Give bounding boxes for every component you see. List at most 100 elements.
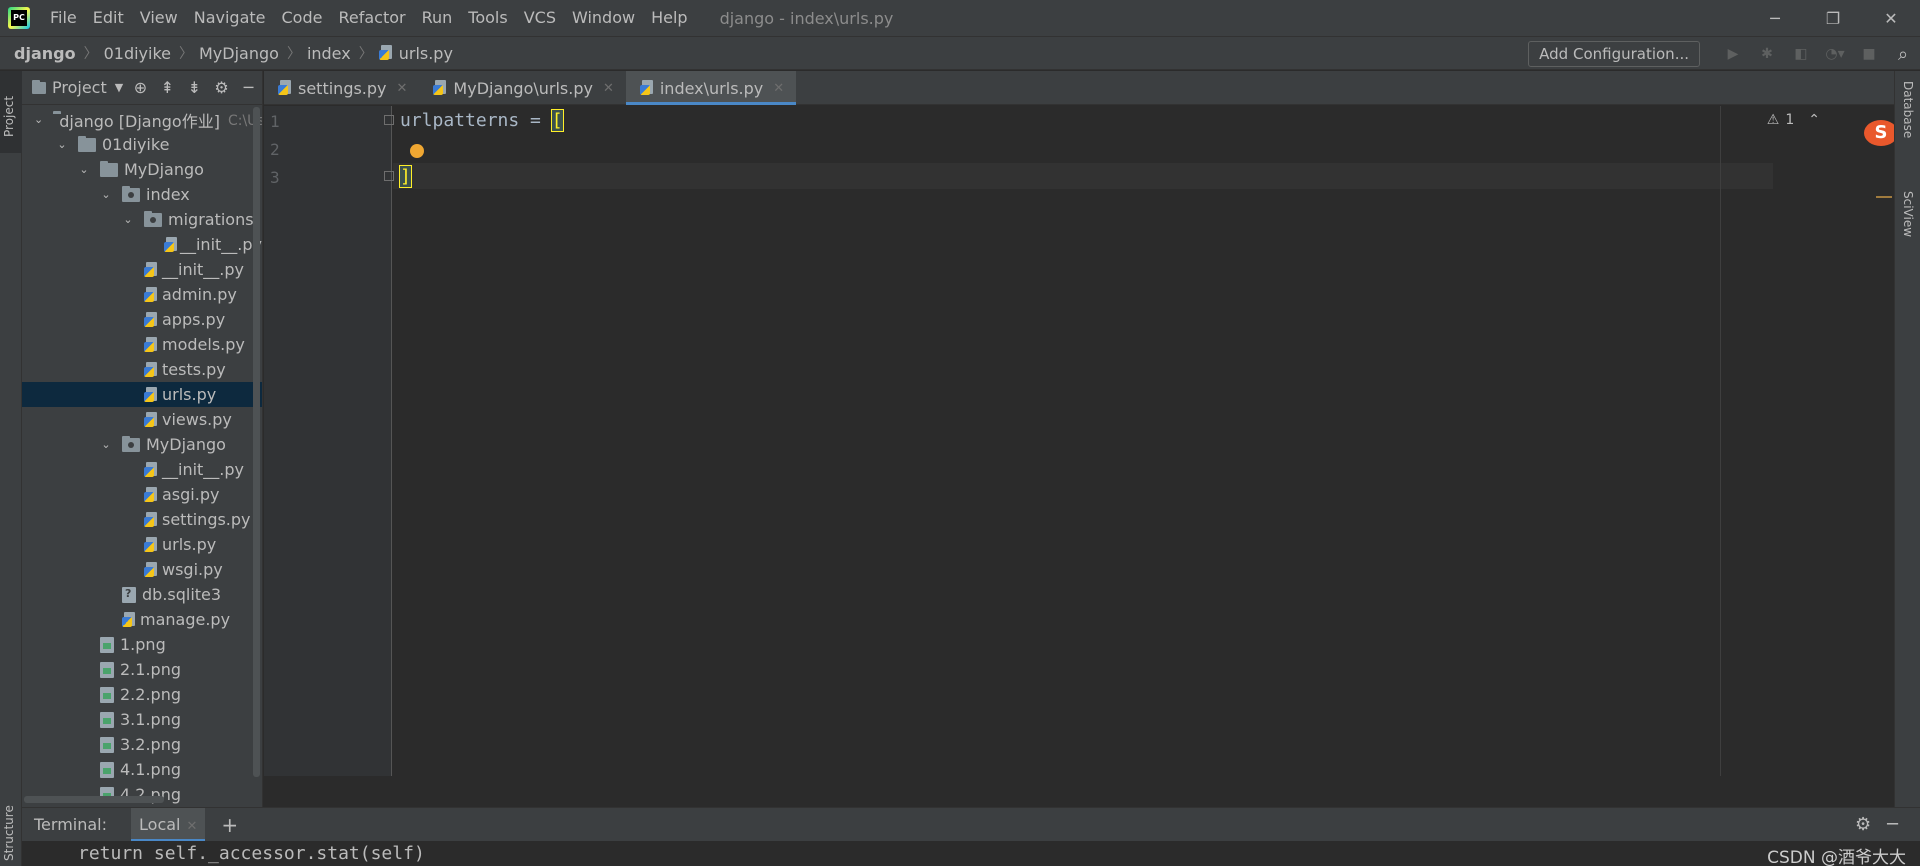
chevron-down-icon[interactable]: ⌄ [56, 138, 68, 151]
tree-item[interactable]: ⌄ MyDjango [22, 157, 262, 182]
menu-navigate[interactable]: Navigate [186, 0, 274, 36]
tree-item[interactable]: ⌄3.1.png [22, 707, 262, 732]
python-file-icon [144, 411, 160, 428]
python-file-icon [144, 461, 160, 478]
chevron-down-icon[interactable]: ⌄ [34, 113, 43, 126]
tree-item-label: 01diyike [102, 135, 170, 154]
structure-tool-window-button[interactable]: Structure [0, 771, 22, 866]
lightbulb-icon[interactable] [410, 144, 424, 158]
warning-stripe-marker[interactable] [1876, 196, 1892, 198]
tab-index-urls-py[interactable]: index\urls.py ✕ [625, 71, 797, 105]
chevron-up-icon[interactable]: ⌃ [1808, 112, 1820, 128]
tree-item[interactable]: ⌄ migrations [22, 207, 262, 232]
tree-item[interactable]: ⌄4.2.png [22, 782, 262, 807]
tree-item[interactable]: ⌄ MyDjango [22, 432, 262, 457]
project-view-selector[interactable]: Project ▼ [32, 78, 123, 97]
horizontal-scrollbar[interactable] [24, 796, 164, 803]
close-window-button[interactable]: ✕ [1862, 0, 1920, 36]
menu-file[interactable]: File [42, 0, 85, 36]
fold-marker-icon[interactable] [384, 171, 394, 181]
project-tool-window-button[interactable]: Project [0, 71, 22, 153]
menu-vcs[interactable]: VCS [516, 0, 564, 36]
tree-item[interactable]: ⌄asgi.py [22, 482, 262, 507]
menu-run[interactable]: Run [414, 0, 461, 36]
restore-button[interactable]: ❐ [1804, 0, 1862, 36]
tree-item[interactable]: ⌄settings.py [22, 507, 262, 532]
tree-item[interactable]: ⌄db.sqlite3 [22, 582, 262, 607]
run-icon[interactable]: ▶ [1720, 41, 1746, 67]
menu-view[interactable]: View [132, 0, 186, 36]
breadcrumb-mydjango[interactable]: MyDjango [199, 44, 279, 63]
tree-item-label: 3.2.png [120, 735, 181, 754]
tree-item[interactable]: ⌄urls.py [22, 382, 262, 407]
chevron-down-icon[interactable]: ⌄ [100, 188, 112, 201]
breadcrumb-01diyike[interactable]: 01diyike [104, 44, 171, 63]
hide-panel-icon[interactable]: ─ [1887, 814, 1898, 835]
close-tab-icon[interactable]: ✕ [186, 819, 197, 834]
locate-file-icon[interactable]: ⊕ [127, 78, 154, 97]
tree-item[interactable]: ⌄admin.py [22, 282, 262, 307]
menu-tools[interactable]: Tools [460, 0, 515, 36]
breadcrumb-django[interactable]: django [0, 44, 76, 63]
fold-marker-icon[interactable] [384, 115, 394, 125]
tree-item[interactable]: ⌄wsgi.py [22, 557, 262, 582]
tree-item[interactable]: ⌄ index [22, 182, 262, 207]
tree-item[interactable]: ⌄ 01diyike [22, 132, 262, 157]
tree-item-label: __init__.py [179, 235, 262, 254]
hide-panel-icon[interactable]: ─ [235, 78, 262, 97]
tree-item[interactable]: ⌄urls.py [22, 532, 262, 557]
tree-item[interactable]: ⌄apps.py [22, 307, 262, 332]
debug-icon[interactable]: ✱ [1754, 41, 1780, 67]
tab-mydjango-urls-py[interactable]: MyDjango\urls.py ✕ [419, 71, 625, 105]
new-terminal-icon[interactable]: + [221, 813, 238, 837]
code-editor[interactable]: 1 2 3 urlpatterns = [ ] ⚠ 1 ⌃ [264, 106, 1894, 776]
minimize-button[interactable]: ─ [1746, 0, 1804, 36]
tree-item[interactable]: ⌄4.1.png [22, 757, 262, 782]
terminal-output[interactable]: return self._accessor.stat(self) CSDN @酒… [22, 841, 1920, 866]
gear-icon[interactable]: ⚙ [1855, 814, 1871, 835]
python-file-icon [144, 286, 160, 303]
chevron-down-icon[interactable]: ⌄ [122, 213, 134, 226]
coverage-icon[interactable]: ◧ [1788, 41, 1814, 67]
tree-item[interactable]: ⌄tests.py [22, 357, 262, 382]
collapse-all-icon[interactable]: ⇟ [181, 78, 208, 97]
tree-item[interactable]: ⌄2.2.png [22, 682, 262, 707]
expand-all-icon[interactable]: ⇞ [154, 78, 181, 97]
menu-refactor[interactable]: Refactor [330, 0, 413, 36]
tree-item[interactable]: ⌄__init__.py [22, 457, 262, 482]
inspection-widget[interactable]: ⚠ 1 ⌃ [1767, 112, 1820, 128]
profile-icon[interactable]: ◔▾ [1822, 41, 1848, 67]
database-tool-window-button[interactable]: Database [1901, 81, 1915, 138]
chevron-down-icon[interactable]: ⌄ [100, 438, 112, 451]
tree-item[interactable]: ⌄models.py [22, 332, 262, 357]
breadcrumb-urls[interactable]: urls.py [378, 44, 453, 63]
menu-edit[interactable]: Edit [85, 0, 132, 36]
menu-code[interactable]: Code [274, 0, 331, 36]
tree-item[interactable]: ⌄__init__.py [22, 232, 262, 257]
chevron-down-icon[interactable]: ⌄ [78, 163, 90, 176]
search-icon[interactable]: ⌕ [1890, 41, 1916, 67]
tree-item[interactable]: ⌄1.png [22, 632, 262, 657]
watermark: CSDN @酒爷大大 [1767, 848, 1906, 866]
add-configuration-button[interactable]: Add Configuration... [1528, 41, 1700, 67]
sciview-tool-window-button[interactable]: SciView [1901, 191, 1915, 237]
vertical-scrollbar[interactable] [253, 107, 260, 777]
tree-item[interactable]: ⌄__init__.py [22, 257, 262, 282]
close-tab-icon[interactable]: ✕ [773, 81, 784, 96]
project-tree: ⌄django [Django作业]C:\Users\花⌄01diyike⌄My… [22, 105, 262, 807]
menu-help[interactable]: Help [643, 0, 695, 36]
terminal-tab-local[interactable]: Local ✕ [131, 807, 206, 842]
tree-item[interactable]: ⌄manage.py [22, 607, 262, 632]
tree-item[interactable]: ⌄3.2.png [22, 732, 262, 757]
stop-icon[interactable]: ■ [1856, 41, 1882, 67]
package-folder-icon [122, 185, 140, 202]
close-tab-icon[interactable]: ✕ [397, 81, 408, 96]
tab-settings-py[interactable]: settings.py ✕ [264, 71, 419, 105]
tree-item[interactable]: ⌄2.1.png [22, 657, 262, 682]
tree-item[interactable]: ⌄views.py [22, 407, 262, 432]
gear-icon[interactable]: ⚙ [208, 78, 235, 97]
menu-window[interactable]: Window [564, 0, 643, 36]
close-tab-icon[interactable]: ✕ [603, 81, 614, 96]
tree-item[interactable]: ⌄django [Django作业]C:\Users\花 [22, 107, 262, 132]
breadcrumb-index[interactable]: index [307, 44, 351, 63]
